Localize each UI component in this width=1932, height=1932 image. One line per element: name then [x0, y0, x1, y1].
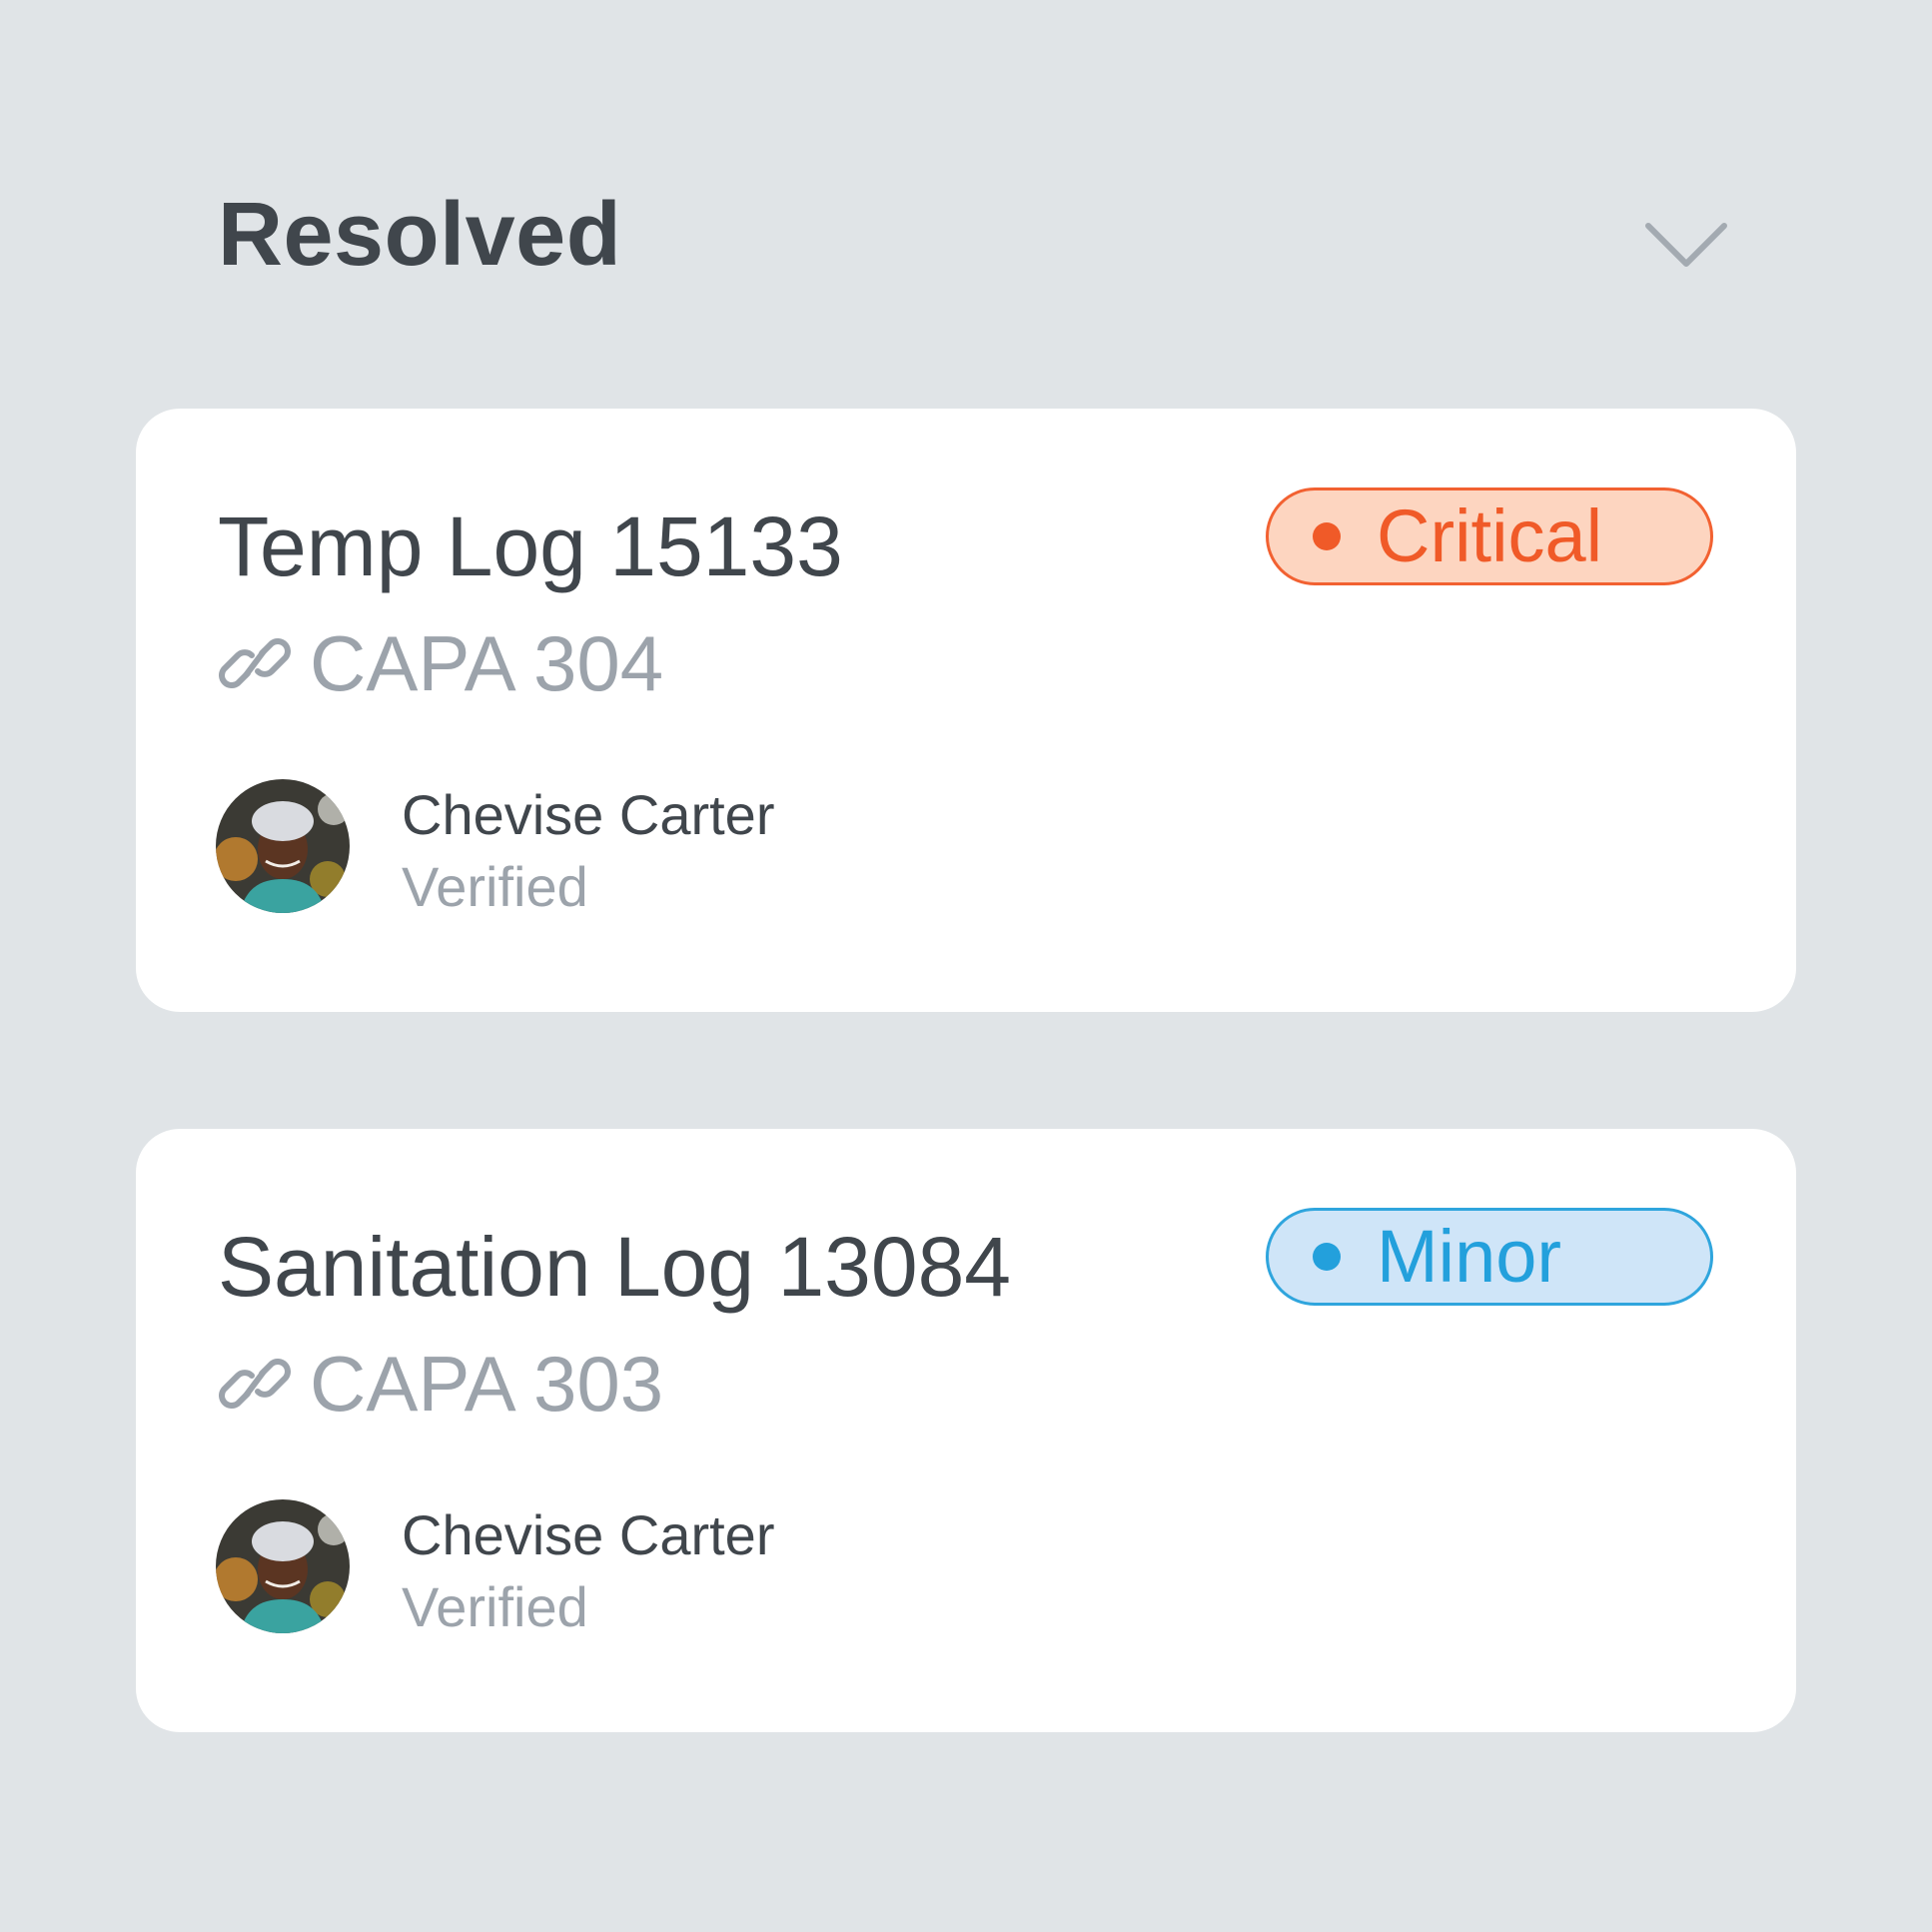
avatar [216, 779, 350, 913]
verification-status: Verified [402, 1575, 588, 1638]
log-card[interactable]: Temp Log 15133 Critical CAPA 304 Chevise… [136, 409, 1796, 1012]
severity-dot-icon [1313, 1243, 1341, 1271]
linked-capa-label: CAPA 303 [310, 1340, 664, 1428]
severity-badge: Critical [1266, 487, 1713, 585]
log-title: Sanitation Log 13084 [218, 1220, 1012, 1314]
severity-label: Minor [1377, 1215, 1562, 1298]
section-header[interactable]: Resolved [218, 180, 1727, 290]
person-name: Chevise Carter [402, 783, 775, 846]
linked-capa[interactable]: CAPA 304 [216, 613, 663, 713]
person-name: Chevise Carter [402, 1503, 775, 1566]
log-card[interactable]: Sanitation Log 13084 Minor CAPA 303 Chev… [136, 1129, 1796, 1732]
avatar [216, 1499, 350, 1633]
log-title: Temp Log 15133 [218, 499, 843, 593]
linked-capa-label: CAPA 304 [310, 619, 664, 707]
link-icon [219, 1359, 291, 1409]
verification-status: Verified [402, 855, 588, 918]
severity-dot-icon [1313, 522, 1341, 550]
link-icon [219, 638, 291, 688]
linked-capa[interactable]: CAPA 303 [216, 1334, 663, 1434]
chevron-down-icon[interactable] [1626, 190, 1746, 290]
section-title: Resolved [218, 185, 622, 285]
severity-label: Critical [1377, 494, 1603, 577]
severity-badge: Minor [1266, 1208, 1713, 1306]
